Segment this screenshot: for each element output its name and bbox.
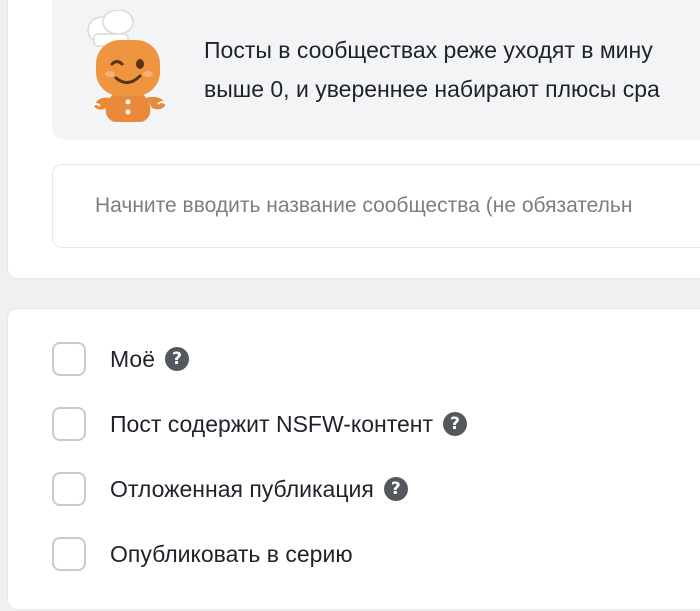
option-mine[interactable]: Моё ? [52, 341, 190, 377]
option-scheduled-help-icon[interactable]: ? [383, 477, 408, 501]
gingerbread-chef-icon [87, 10, 167, 122]
community-tip-line-1: Посты в сообществах реже уходят в мину [204, 37, 653, 63]
community-search-field[interactable] [52, 164, 700, 248]
option-scheduled-checkbox[interactable] [52, 472, 86, 506]
option-nsfw[interactable]: Пост содержит NSFW-контент ? [52, 406, 468, 442]
option-mine-label: Моё [110, 345, 156, 372]
community-search-input[interactable] [53, 165, 700, 247]
community-tip-line-2: выше 0, и увереннее набирают плюсы сра [204, 76, 660, 102]
option-series[interactable]: Опубликовать в серию [52, 536, 353, 572]
post-settings-panel: Посты в сообществах реже уходят в мину в… [0, 0, 700, 611]
option-nsfw-checkbox[interactable] [52, 407, 86, 441]
option-nsfw-label: Пост содержит NSFW-контент [110, 410, 434, 437]
option-mine-help-icon[interactable]: ? [165, 347, 190, 371]
option-series-label: Опубликовать в серию [110, 540, 353, 567]
option-scheduled[interactable]: Отложенная публикация ? [52, 471, 408, 507]
option-nsfw-help-icon[interactable]: ? [443, 412, 468, 436]
option-mine-checkbox[interactable] [52, 342, 86, 376]
option-series-checkbox[interactable] [52, 537, 86, 571]
community-tip-text: Посты в сообществах реже уходят в мину в… [204, 31, 700, 109]
option-scheduled-label: Отложенная публикация [110, 475, 374, 502]
